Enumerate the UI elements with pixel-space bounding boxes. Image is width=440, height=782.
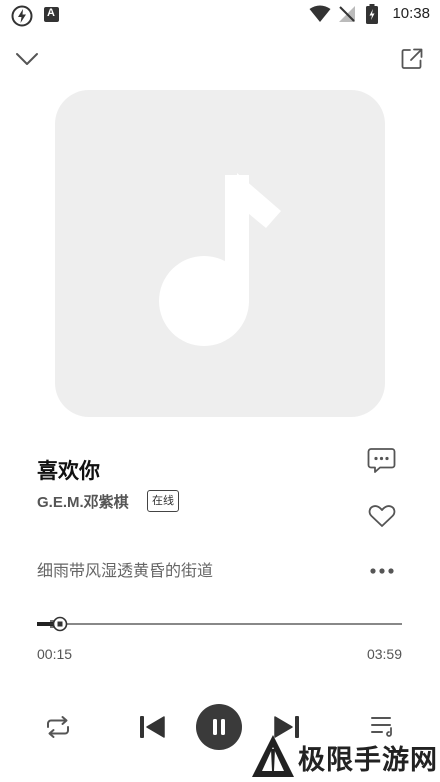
- current-time: 00:15: [37, 646, 73, 662]
- repeat-icon[interactable]: [45, 714, 71, 740]
- playlist-icon[interactable]: [370, 715, 396, 737]
- battery-saver-icon: [11, 5, 33, 27]
- chevron-down-icon[interactable]: [15, 50, 39, 68]
- wifi-icon: [309, 5, 331, 22]
- previous-icon[interactable]: [138, 714, 166, 740]
- total-time: 03:59: [366, 646, 402, 662]
- notification-app-icon: A: [44, 7, 59, 22]
- battery-charging-icon: [366, 4, 378, 24]
- comment-icon[interactable]: [367, 447, 396, 474]
- pause-button[interactable]: [196, 704, 242, 750]
- watermark-logo: [252, 735, 294, 777]
- progress-track[interactable]: [37, 623, 402, 625]
- artist-name[interactable]: G.E.M.邓紫棋: [37, 491, 129, 512]
- share-icon[interactable]: [400, 47, 424, 71]
- status-time: 10:38: [392, 5, 430, 22]
- song-title: 喜欢你: [37, 459, 100, 483]
- music-note-icon: [159, 173, 281, 346]
- notification-app-letter: A: [47, 7, 55, 19]
- album-cover: [55, 90, 385, 417]
- watermark-text: 极限手游网: [298, 745, 438, 776]
- status-bar: A 10:38: [0, 0, 440, 30]
- no-signal-icon: [339, 6, 355, 22]
- online-badge: 在线: [147, 490, 179, 512]
- current-lyric: 细雨带风湿透黄昏的街道: [37, 561, 214, 580]
- heart-icon[interactable]: [368, 504, 396, 528]
- progress-thumb[interactable]: [49, 615, 71, 633]
- more-icon[interactable]: [369, 566, 395, 576]
- pause-icon: [213, 719, 225, 735]
